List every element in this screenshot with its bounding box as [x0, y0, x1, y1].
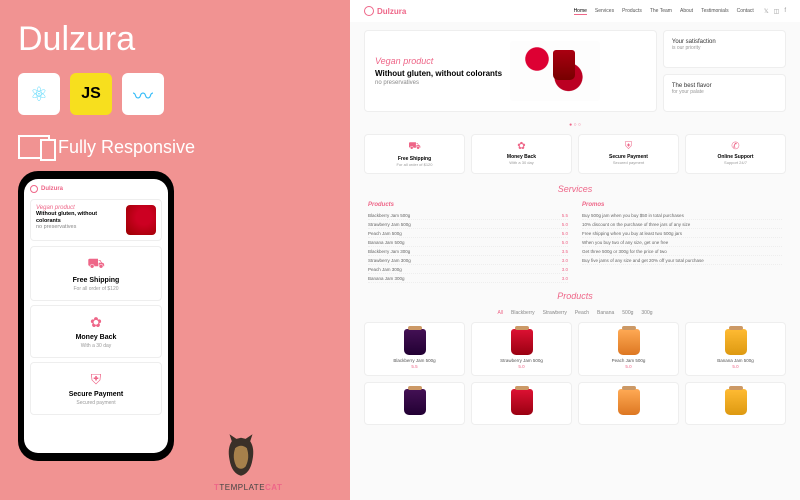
facebook-icon[interactable]: f: [784, 8, 786, 15]
hero-image: [510, 41, 600, 101]
filter-tab[interactable]: All: [497, 310, 503, 316]
product-card[interactable]: [364, 382, 465, 425]
responsive-badge: Fully Responsive: [18, 135, 332, 159]
product-card[interactable]: Banana Jam 500g5.0: [685, 322, 786, 376]
hero-side-card[interactable]: The best flavorfor your palate: [663, 74, 786, 112]
filter-tab[interactable]: Blackberry: [511, 310, 535, 316]
feature-card: ⛟Free ShippingFor all order of $120: [364, 134, 465, 174]
filter-tab[interactable]: Strawberry: [543, 310, 567, 316]
promo-title: Dulzura: [18, 20, 332, 59]
hero-section: Vegan product Without gluten, without co…: [350, 22, 800, 120]
hero-main: Vegan product Without gluten, without co…: [364, 30, 657, 112]
jam-image: [126, 205, 156, 235]
product-card[interactable]: Peach Jam 500g5.0: [578, 322, 679, 376]
filter-tab[interactable]: 300g: [641, 310, 652, 316]
services-heading: Services: [350, 178, 800, 200]
twitter-icon[interactable]: 𝕏: [764, 8, 769, 15]
product-card[interactable]: [471, 382, 572, 425]
phone-logo: Dulzura: [30, 185, 162, 193]
service-item: Strawberry Jam 300g3.0: [368, 256, 568, 265]
nav-link[interactable]: Testimonials: [701, 8, 729, 15]
templatecat-logo: TTEMPLATECAT: [214, 432, 268, 492]
promo-item: Get three 500g or 300g for the price of …: [582, 247, 782, 256]
site-logo[interactable]: Dulzura: [364, 6, 406, 16]
service-item: Blackberry Jam 300g3.5: [368, 247, 568, 256]
phone-feature-card: ✿Money BackWith a 30 day: [30, 305, 162, 358]
phone-hero: Vegan product Without gluten, without co…: [30, 199, 162, 241]
js-icon: JS: [70, 73, 112, 115]
instagram-icon[interactable]: ◫: [774, 8, 780, 15]
promo-item: Free shipping when you buy at least two …: [582, 229, 782, 238]
nav-link[interactable]: Home: [574, 8, 587, 15]
carousel-dots[interactable]: ● ○ ○: [350, 120, 800, 130]
feature-card: ⛨Secure PaymentSecured payment: [578, 134, 679, 174]
phone-feature-card: ⛨Secure PaymentSecured payment: [30, 362, 162, 415]
product-row: [350, 379, 800, 428]
filter-tab[interactable]: 500g: [622, 310, 633, 316]
tailwind-icon: 〰: [122, 73, 164, 115]
filter-tab[interactable]: Peach: [575, 310, 589, 316]
nav-link[interactable]: Services: [595, 8, 614, 15]
nav-link[interactable]: Products: [622, 8, 642, 15]
promo-item: Buy five jams of any size and get 20% of…: [582, 256, 782, 265]
product-card[interactable]: Blackberry Jam 500g5.5: [364, 322, 465, 376]
nav-link[interactable]: The Team: [650, 8, 672, 15]
product-card[interactable]: [685, 382, 786, 425]
nav-links: Home Services Products The Team About Testimo…: [574, 8, 754, 15]
phone-mockup: Dulzura Vegan product Without gluten, wi…: [18, 171, 174, 461]
feature-card: ✿Money BackWith a 30 day: [471, 134, 572, 174]
hero-side-card[interactable]: Your satisfactionis our priority: [663, 30, 786, 68]
tech-badges: ⚛ JS 〰: [18, 73, 332, 115]
website-preview: Dulzura Home Services Products The Team Abou…: [350, 0, 800, 500]
service-item: Banana Jam 300g3.0: [368, 274, 568, 283]
navbar: Dulzura Home Services Products The Team Abou…: [350, 0, 800, 22]
product-card[interactable]: [578, 382, 679, 425]
features-row: ⛟Free ShippingFor all order of $120✿Mone…: [350, 130, 800, 178]
service-item: Peach Jam 500g5.0: [368, 229, 568, 238]
product-row: Blackberry Jam 500g5.5Strawberry Jam 500…: [350, 319, 800, 379]
promo-item: Buy 500g jam when you buy $50 in total p…: [582, 211, 782, 220]
social-icons: 𝕏 ◫ f: [764, 8, 786, 15]
promo-item: When you buy two of any size, get one fr…: [582, 238, 782, 247]
devices-icon: [18, 135, 50, 159]
product-card[interactable]: Strawberry Jam 500g5.0: [471, 322, 572, 376]
service-item: Blackberry Jam 500g5.5: [368, 211, 568, 220]
service-item: Strawberry Jam 500g5.0: [368, 220, 568, 229]
service-item: Peach Jam 300g3.0: [368, 265, 568, 274]
phone-feature-card: ⛟Free ShippingFor all order of $120: [30, 246, 162, 301]
feature-card: ✆Online SupportSupport 24/7: [685, 134, 786, 174]
service-item: Banana Jam 500g5.0: [368, 238, 568, 247]
products-heading: Products: [350, 285, 800, 307]
nav-link[interactable]: Contact: [737, 8, 754, 15]
promo-panel: Dulzura ⚛ JS 〰 Fully Responsive Dulzura …: [0, 0, 350, 500]
filter-tab[interactable]: Banana: [597, 310, 614, 316]
promo-item: 10% discount on the purchase of three ja…: [582, 220, 782, 229]
nav-link[interactable]: About: [680, 8, 693, 15]
react-icon: ⚛: [18, 73, 60, 115]
product-filters: All Blackberry Strawberry Peach Banana 500g 30…: [350, 307, 800, 319]
services-section: ProductsBlackberry Jam 500g5.5Strawberry…: [350, 200, 800, 285]
